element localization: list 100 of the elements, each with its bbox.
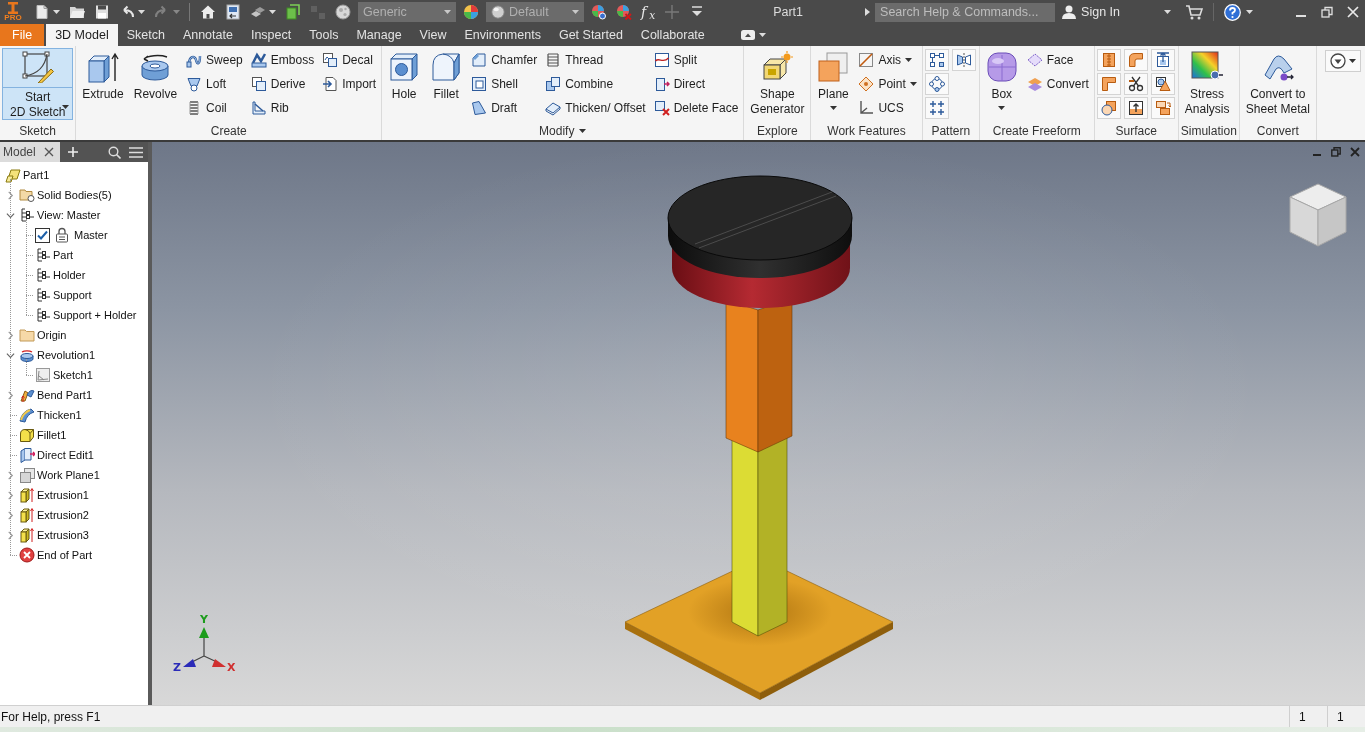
split-button[interactable]: Split xyxy=(650,48,742,72)
arrow-right-icon[interactable] xyxy=(864,7,872,17)
tree-item[interactable]: Part xyxy=(35,246,76,264)
tree-item[interactable]: Sketch1 xyxy=(35,366,95,384)
chevron-right-icon[interactable] xyxy=(5,470,15,480)
delete-face-button[interactable]: Delete Face xyxy=(650,96,742,120)
circular-pattern-button[interactable] xyxy=(924,73,949,95)
help-icon[interactable] xyxy=(1224,3,1241,21)
ribbon-options-button[interactable] xyxy=(1325,50,1361,72)
revolve-button[interactable]: Revolve xyxy=(129,48,182,120)
sweep-button[interactable]: Sweep xyxy=(183,48,246,72)
start-sketch-button[interactable]: Start 2D Sketch xyxy=(2,48,74,120)
trim-button[interactable] xyxy=(1123,73,1148,95)
return-button[interactable] xyxy=(223,1,243,23)
ribbon-tab[interactable]: Environments xyxy=(455,24,550,46)
ucs-button[interactable]: UCS xyxy=(855,96,920,120)
draft-button[interactable]: Draft xyxy=(468,96,541,120)
ribbon-tab[interactable]: Manage xyxy=(347,24,411,46)
emboss-button[interactable]: Emboss xyxy=(247,48,318,72)
restore-icon[interactable] xyxy=(1321,6,1333,18)
tree-item[interactable]: Origin xyxy=(19,326,69,344)
tree-item[interactable]: Extrusion1 xyxy=(19,486,91,504)
tree-item[interactable]: Work Plane1 xyxy=(19,466,102,484)
ribbon-tab[interactable]: View xyxy=(410,24,456,46)
derive-button[interactable]: Derive xyxy=(247,72,318,96)
ribbon-tab[interactable]: Collaborate xyxy=(631,24,714,46)
box-button[interactable]: Box xyxy=(981,48,1022,120)
combine-button[interactable]: Combine xyxy=(542,72,649,96)
close-icon[interactable] xyxy=(43,147,54,157)
chevron-right-icon[interactable] xyxy=(5,530,15,540)
tree-item[interactable]: Extrusion2 xyxy=(19,506,91,524)
tree-item[interactable]: Solid Bodies(5) xyxy=(19,186,114,204)
help-caret-icon[interactable] xyxy=(1246,10,1253,14)
ribbon-tab[interactable]: Sketch xyxy=(117,24,174,46)
shopping-cart-icon[interactable] xyxy=(1185,4,1203,20)
tree-item[interactable]: Direct Edit1 xyxy=(19,446,96,464)
tree-item[interactable]: View: Master xyxy=(19,206,103,224)
rectangular-pattern-button[interactable] xyxy=(924,49,949,71)
chevron-right-icon[interactable] xyxy=(5,510,15,520)
tree-item[interactable]: Support xyxy=(35,286,94,304)
tree-item[interactable]: Extrusion3 xyxy=(19,526,91,544)
tree-item[interactable]: Holder xyxy=(35,266,88,284)
convert-button[interactable]: Convert xyxy=(1023,72,1092,96)
tree-item[interactable]: Bend Part1 xyxy=(19,386,95,404)
fillet-button[interactable]: Fillet xyxy=(426,48,467,120)
import-button[interactable]: Import xyxy=(319,72,380,96)
plus-icon[interactable] xyxy=(67,147,78,157)
face-button[interactable]: Face xyxy=(1023,48,1092,72)
thread-button[interactable]: Thread xyxy=(542,48,649,72)
ribbon-tab[interactable]: Inspect xyxy=(241,24,301,46)
tree-item[interactable]: Part1 xyxy=(5,166,52,184)
hole-button[interactable]: Hole xyxy=(384,48,425,120)
chamfer-button[interactable]: Chamfer xyxy=(468,48,541,72)
view-cube-icon[interactable] xyxy=(1289,183,1347,247)
account-caret-icon[interactable] xyxy=(1164,10,1171,14)
loft-button[interactable]: Loft xyxy=(183,72,246,96)
ribbon-tab[interactable]: Tools xyxy=(300,24,348,46)
sign-in-button[interactable]: Sign In xyxy=(1061,2,1120,22)
surface-tool-button[interactable] xyxy=(1150,49,1175,71)
tree-item[interactable]: Thicken1 xyxy=(19,406,84,424)
chevron-right-icon[interactable] xyxy=(5,190,15,200)
direct-button[interactable]: Direct xyxy=(650,72,742,96)
point-button[interactable]: Point xyxy=(855,72,920,96)
close-icon[interactable] xyxy=(1350,147,1360,157)
search-icon[interactable] xyxy=(108,145,121,159)
axis-button[interactable]: Axis xyxy=(855,48,920,72)
chevron-right-icon[interactable] xyxy=(5,490,15,500)
search-field[interactable]: Search Help & Commands... xyxy=(875,2,1056,22)
sketch-pattern-button[interactable] xyxy=(924,97,949,119)
plane-button[interactable]: Plane xyxy=(813,48,854,120)
decal-button[interactable]: Decal xyxy=(319,48,380,72)
restore-icon[interactable] xyxy=(1331,147,1341,157)
browser-tab[interactable]: Model xyxy=(0,142,60,162)
tree-item[interactable]: Fillet1 xyxy=(19,426,69,444)
ribbon-tab[interactable]: 3D Model xyxy=(46,24,118,46)
surface-tool-button[interactable] xyxy=(1123,97,1148,119)
tree-item[interactable]: Revolution1 xyxy=(19,346,98,364)
checkbox[interactable] xyxy=(35,227,50,243)
stress-analysis-button[interactable]: Stress Analysis xyxy=(1180,48,1234,120)
ribbon-tab[interactable]: Get Started xyxy=(549,24,632,46)
convert-to-sheet-metal-button[interactable]: Convert to Sheet Metal xyxy=(1241,48,1314,120)
chevron-down-icon[interactable] xyxy=(5,350,15,360)
shell-button[interactable]: Shell xyxy=(468,72,541,96)
thicken-offset-button[interactable]: Thicken/ Offset xyxy=(542,96,649,120)
coil-button[interactable]: Coil xyxy=(183,96,246,120)
tree-item[interactable]: Support + Holder xyxy=(35,306,139,324)
shape-generator-button[interactable]: Shape Generator xyxy=(746,48,809,120)
menu-icon[interactable] xyxy=(129,146,143,158)
chevron-right-icon[interactable] xyxy=(5,330,15,340)
tree-item[interactable]: End of Part xyxy=(19,546,95,564)
chevron-down-icon[interactable] xyxy=(5,210,15,220)
ribbon-tab[interactable]: Annotate xyxy=(173,24,242,46)
update-button[interactable] xyxy=(283,1,303,23)
surface-tool-button[interactable] xyxy=(1150,73,1175,95)
tree-item[interactable]: Master xyxy=(52,226,110,244)
extrude-button[interactable]: Extrude xyxy=(78,48,128,120)
mirror-button[interactable] xyxy=(951,49,976,71)
function-button[interactable]: f$_{x}$ xyxy=(639,1,658,23)
chevron-right-icon[interactable] xyxy=(5,390,15,400)
material-button[interactable] xyxy=(333,1,353,23)
